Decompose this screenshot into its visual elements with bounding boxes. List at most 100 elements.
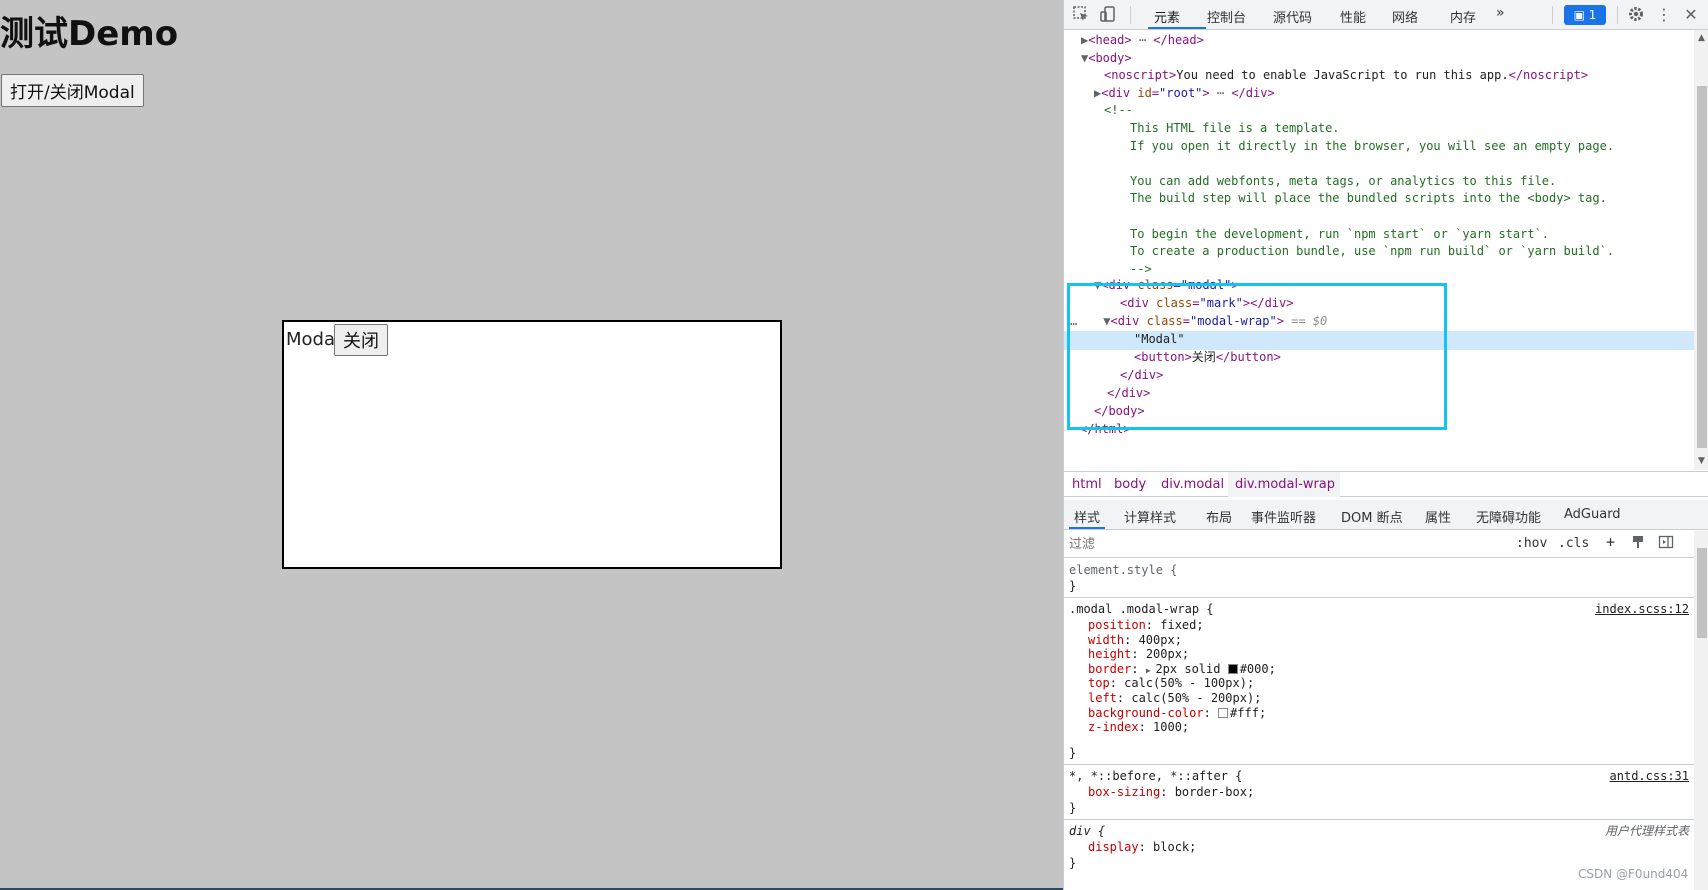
issues-badge[interactable]: ▣ 1 xyxy=(1564,5,1606,25)
issues-icon: ▣ xyxy=(1573,8,1589,22)
dom-line[interactable]: This HTML file is a template. xyxy=(1130,119,1708,138)
issues-count: 1 xyxy=(1588,8,1597,22)
breadcrumb: html body div.modal div.modal-wrap xyxy=(1064,471,1708,497)
rule2-selector[interactable]: *, *::before, *::after { xyxy=(1069,768,1242,784)
css-prop-value: fixed; xyxy=(1160,618,1204,632)
css-property-width[interactable]: width: 400px; xyxy=(1088,632,1182,648)
breadcrumb-div-modal-wrap[interactable]: div.modal-wrap xyxy=(1235,477,1335,492)
toggle-sidebar-icon[interactable] xyxy=(1656,534,1676,554)
css-prop-value: #000; xyxy=(1239,661,1276,676)
css-prop-name: top xyxy=(1088,676,1110,691)
dom-line[interactable] xyxy=(1130,154,1708,173)
element-style-selector[interactable]: element.style { xyxy=(1069,562,1177,578)
dom-attr-value: "root" xyxy=(1159,85,1203,100)
color-swatch[interactable] xyxy=(1227,663,1238,674)
toolbar-divider xyxy=(1552,6,1553,24)
subtab-computed[interactable]: 计算样式 xyxy=(1124,507,1176,526)
subtab-dom-breakpoints[interactable]: DOM 断点 xyxy=(1341,507,1403,526)
css-property-left[interactable]: left: calc(50% - 200px); xyxy=(1088,690,1261,706)
css-prop-value: 1000; xyxy=(1153,720,1190,735)
subtab-adguard[interactable]: AdGuard xyxy=(1564,507,1621,522)
inspect-element-icon[interactable] xyxy=(1071,5,1091,25)
css-prop-name: box-sizing xyxy=(1088,785,1161,799)
tab-performance[interactable]: 性能 xyxy=(1340,7,1366,26)
active-subtab-indicator xyxy=(1069,527,1105,529)
css-property-border[interactable]: border: ▶ 2px solid #000; xyxy=(1088,661,1276,677)
breadcrumb-body[interactable]: body xyxy=(1114,477,1146,492)
subtab-styles[interactable]: 样式 xyxy=(1074,507,1100,526)
tab-network[interactable]: 网络 xyxy=(1392,7,1418,26)
css-property-top[interactable]: top: calc(50% - 100px); xyxy=(1088,675,1254,691)
subtab-properties[interactable]: 属性 xyxy=(1425,507,1451,526)
rule2-source-link[interactable]: antd.css:31 xyxy=(1610,768,1689,784)
tab-elements[interactable]: 元素 xyxy=(1154,7,1180,26)
dom-line[interactable]: ▶<head> ⋯ </head> xyxy=(1081,31,1708,50)
breadcrumb-html[interactable]: html xyxy=(1072,477,1102,492)
styles-scroll-thumb[interactable] xyxy=(1697,548,1707,638)
dom-tag: <div xyxy=(1101,85,1138,100)
expand-shorthand-icon[interactable]: ▶ xyxy=(1146,666,1156,675)
subtab-event-listeners[interactable]: 事件监听器 xyxy=(1251,507,1316,526)
css-property-z-index[interactable]: z-index: 1000; xyxy=(1088,719,1189,735)
dom-tree-scroll-thumb[interactable] xyxy=(1697,86,1707,448)
rule-close-brace: } xyxy=(1069,856,1077,870)
color-swatch[interactable] xyxy=(1218,707,1229,718)
hover-state-button[interactable]: :hov xyxy=(1516,536,1547,551)
dom-tag: </noscript> xyxy=(1508,68,1589,83)
tab-console[interactable]: 控制台 xyxy=(1207,7,1246,26)
watermark: CSDN @F0und404 xyxy=(1578,867,1689,881)
dom-line[interactable]: <noscript>You need to enable JavaScript … xyxy=(1104,66,1708,85)
more-tabs-icon[interactable]: » xyxy=(1496,5,1505,21)
scroll-up-icon[interactable]: ▲ xyxy=(1694,32,1708,44)
more-options-icon[interactable]: ⋮ xyxy=(1654,5,1674,25)
text-node-content: You need to enable JavaScript to run thi… xyxy=(1176,68,1509,83)
device-toolbar-icon[interactable] xyxy=(1098,5,1118,25)
css-property-position[interactable]: position: fixed; xyxy=(1088,617,1204,633)
new-rule-button[interactable]: + xyxy=(1606,533,1615,551)
css-prop-value: calc(50% - 200px); xyxy=(1131,691,1262,705)
rule1-source-link[interactable]: index.scss:12 xyxy=(1595,601,1689,617)
class-toggle-button[interactable]: .cls xyxy=(1558,536,1589,551)
dom-line[interactable]: If you open it directly in the browser, … xyxy=(1130,137,1708,156)
rule1-selector[interactable]: .modal .modal-wrap { xyxy=(1069,601,1214,617)
css-prop-name: width xyxy=(1088,632,1125,647)
dom-line[interactable] xyxy=(1130,207,1708,226)
breadcrumb-div-modal[interactable]: div.modal xyxy=(1161,477,1224,492)
css-prop-value: 400px; xyxy=(1138,632,1182,647)
subtab-accessibility[interactable]: 无障碍功能 xyxy=(1476,507,1541,526)
css-prop-name: display xyxy=(1088,840,1139,854)
modal-close-button[interactable]: 关闭 xyxy=(334,324,388,356)
rule-divider xyxy=(1064,597,1694,598)
dom-tag: = xyxy=(1151,85,1160,100)
dom-line[interactable]: You can add webfonts, meta tags, or anal… xyxy=(1130,172,1708,191)
paint-brush-icon[interactable] xyxy=(1628,534,1648,554)
scroll-down-icon[interactable]: ▼ xyxy=(1694,455,1708,467)
dom-tag: <body> xyxy=(1088,50,1132,65)
toggle-modal-button[interactable]: 打开/关闭Modal xyxy=(1,74,144,107)
close-devtools-icon[interactable]: ✕ xyxy=(1681,5,1701,25)
dom-tag: <head> xyxy=(1088,33,1132,47)
tab-memory[interactable]: 内存 xyxy=(1450,7,1476,26)
subtab-layout[interactable]: 布局 xyxy=(1206,507,1232,526)
settings-gear-icon[interactable] xyxy=(1626,5,1646,25)
css-property-box-sizing[interactable]: box-sizing: border-box; xyxy=(1088,784,1254,800)
rule-close-brace: } xyxy=(1069,801,1077,815)
html-comment: To begin the development, run `npm start… xyxy=(1130,226,1550,241)
rule3-selector[interactable]: div { xyxy=(1069,823,1105,839)
css-property-display[interactable]: display: block; xyxy=(1088,839,1196,855)
rule-close-brace: } xyxy=(1069,746,1077,760)
dom-line[interactable]: To create a production bundle, use `npm … xyxy=(1130,242,1708,261)
styles-filter-input[interactable] xyxy=(1069,535,1509,554)
dom-line[interactable]: ▼<body> xyxy=(1081,49,1708,68)
css-prop-value: block; xyxy=(1153,840,1197,854)
dom-line[interactable]: <!-- xyxy=(1104,101,1708,120)
css-property-background-color[interactable]: background-color: #fff; xyxy=(1088,705,1266,721)
dom-line[interactable]: ▶<div id="root"> ⋯ </div> xyxy=(1094,84,1708,103)
dom-line[interactable]: To begin the development, run `npm start… xyxy=(1130,225,1708,244)
dom-tag: </head> xyxy=(1153,33,1204,47)
tab-sources[interactable]: 源代码 xyxy=(1273,7,1312,26)
devtools-panel: 元素 控制台 源代码 性能 网络 内存 » ▣ 1 ⋮ ✕ ▶<head> ⋯ … xyxy=(1063,0,1708,890)
toolbar-divider xyxy=(1617,6,1618,24)
dom-line[interactable]: The build step will place the bundled sc… xyxy=(1130,189,1708,208)
css-property-height[interactable]: height: 200px; xyxy=(1088,646,1189,662)
